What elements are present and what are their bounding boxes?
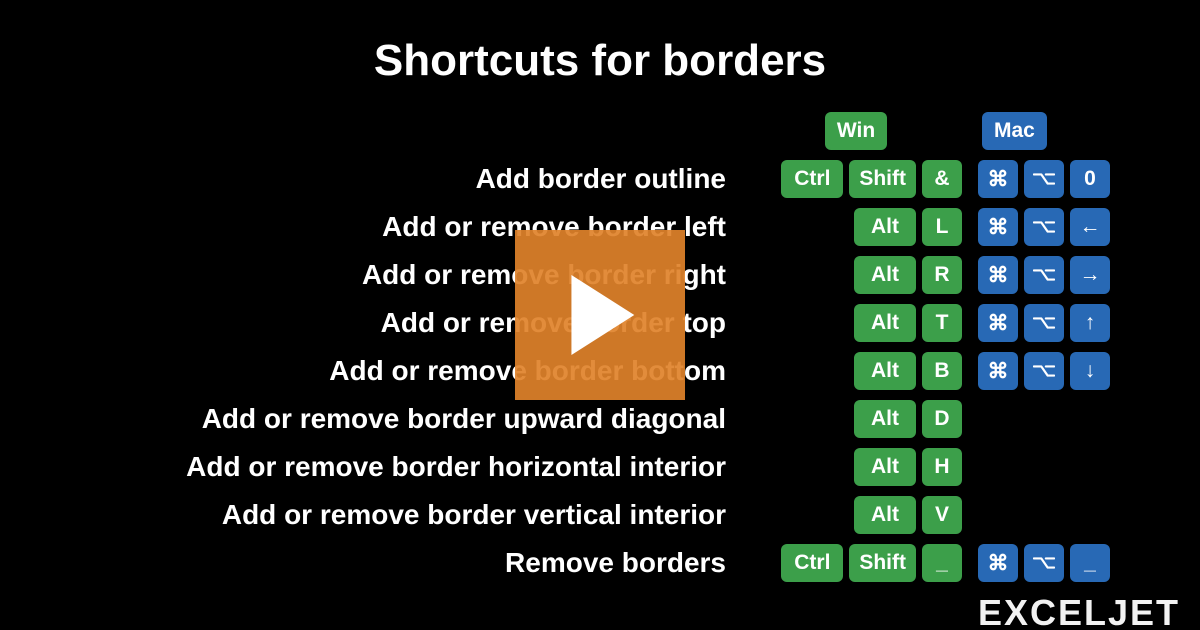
key-command: ⌘: [978, 544, 1018, 582]
win-keys: AltV: [750, 496, 978, 534]
key-0: 0: [1070, 160, 1110, 198]
key-shift: Shift: [849, 160, 916, 198]
key-v: V: [922, 496, 962, 534]
shortcut-description: Remove borders: [0, 547, 750, 579]
key-↑: ↑: [1070, 304, 1110, 342]
key-alt: Alt: [854, 208, 916, 246]
mac-keys: ⌘←: [978, 208, 1188, 246]
key-_: _: [922, 544, 962, 582]
key-alt: Alt: [854, 256, 916, 294]
win-keys: AltB: [750, 352, 978, 390]
header-mac: Mac: [982, 112, 1047, 150]
key-↓: ↓: [1070, 352, 1110, 390]
key-&: &: [922, 160, 962, 198]
table-row: Add or remove border upward diagonalAltD: [0, 398, 1200, 440]
play-icon: [565, 275, 635, 355]
shortcut-description: Add or remove border horizontal interior: [0, 451, 750, 483]
key-alt: Alt: [854, 496, 916, 534]
shortcut-description: Add border outline: [0, 163, 750, 195]
key-option: [1024, 304, 1064, 342]
mac-keys: ⌘→: [978, 256, 1188, 294]
key-ctrl: Ctrl: [781, 544, 843, 582]
key-option: [1024, 352, 1064, 390]
key-alt: Alt: [854, 400, 916, 438]
mac-keys: ⌘↑: [978, 304, 1188, 342]
key-command: ⌘: [978, 304, 1018, 342]
key-h: H: [922, 448, 962, 486]
brand-logo: EXCELJET: [978, 592, 1180, 630]
win-keys: AltD: [750, 400, 978, 438]
shortcut-description: Add or remove border vertical interior: [0, 499, 750, 531]
win-keys: CtrlShift&: [750, 160, 978, 198]
table-row: Add border outlineCtrlShift&⌘0: [0, 158, 1200, 200]
key-option: [1024, 544, 1064, 582]
key-alt: Alt: [854, 448, 916, 486]
key-→: →: [1070, 256, 1110, 294]
win-keys: AltR: [750, 256, 978, 294]
key-r: R: [922, 256, 962, 294]
key-command: ⌘: [978, 352, 1018, 390]
key-←: ←: [1070, 208, 1110, 246]
key-d: D: [922, 400, 962, 438]
key-l: L: [922, 208, 962, 246]
shortcut-description: Add or remove border upward diagonal: [0, 403, 750, 435]
platform-header-row: Win Mac: [0, 110, 1200, 152]
table-row: Add or remove border horizontal interior…: [0, 446, 1200, 488]
key-option: [1024, 256, 1064, 294]
mac-keys: ⌘0: [978, 160, 1188, 198]
header-win: Win: [825, 112, 887, 150]
key-t: T: [922, 304, 962, 342]
key-command: ⌘: [978, 208, 1018, 246]
win-keys: AltH: [750, 448, 978, 486]
mac-keys: ⌘↓: [978, 352, 1188, 390]
key-option: [1024, 160, 1064, 198]
key-_: _: [1070, 544, 1110, 582]
win-keys: AltT: [750, 304, 978, 342]
key-ctrl: Ctrl: [781, 160, 843, 198]
key-option: [1024, 208, 1064, 246]
win-keys: AltL: [750, 208, 978, 246]
mac-keys: ⌘_: [978, 544, 1188, 582]
key-alt: Alt: [854, 304, 916, 342]
table-row: Add or remove border vertical interiorAl…: [0, 494, 1200, 536]
key-command: ⌘: [978, 256, 1018, 294]
key-shift: Shift: [849, 544, 916, 582]
play-button[interactable]: [515, 230, 685, 400]
win-keys: CtrlShift_: [750, 544, 978, 582]
key-command: ⌘: [978, 160, 1018, 198]
key-b: B: [922, 352, 962, 390]
key-alt: Alt: [854, 352, 916, 390]
table-row: Remove bordersCtrlShift_⌘_: [0, 542, 1200, 584]
page-title: Shortcuts for borders: [0, 0, 1200, 104]
